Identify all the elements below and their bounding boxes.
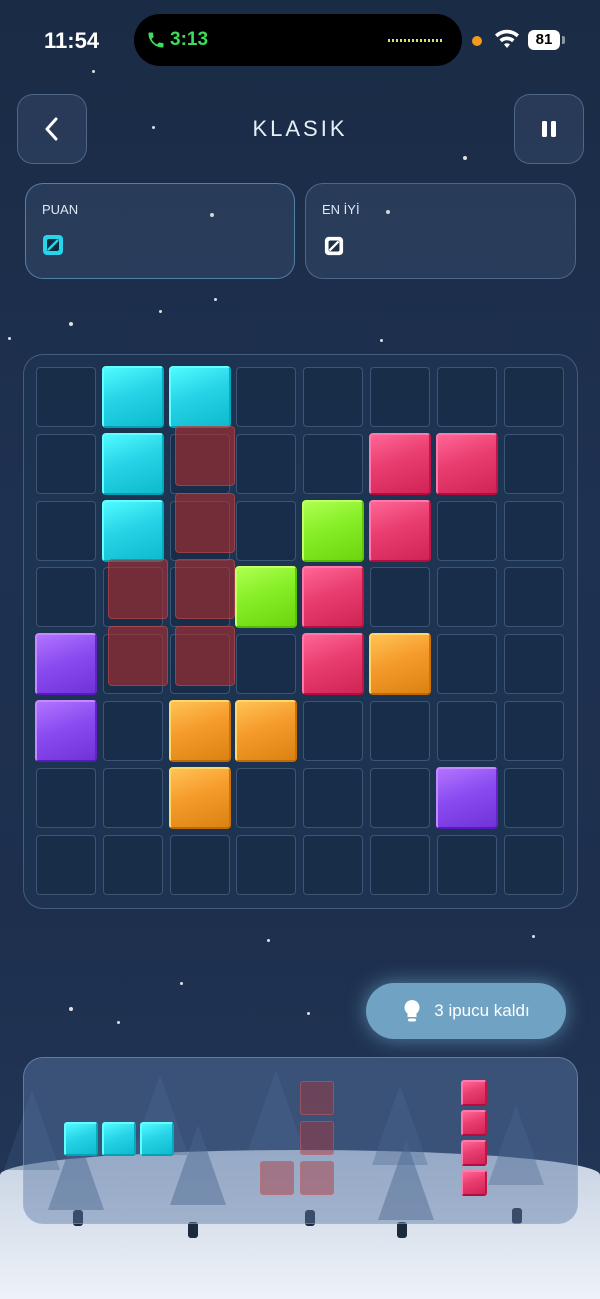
tray-block (461, 1110, 487, 1136)
board-cell[interactable] (370, 367, 430, 427)
battery-indicator: 81 (528, 30, 560, 50)
status-time: 11:54 (44, 28, 100, 53)
board-cell[interactable] (102, 767, 163, 828)
call-duration: 3:13 (170, 29, 209, 50)
board-cell[interactable] (236, 433, 297, 494)
placed-block-orange (168, 766, 231, 829)
hint-button[interactable]: 3 ipucu kaldı (366, 983, 566, 1039)
tray-block (260, 1161, 294, 1195)
placed-block-green (302, 499, 365, 562)
ghost-preview-block (174, 559, 235, 620)
board-cell[interactable] (436, 634, 497, 695)
placed-block-red (302, 633, 365, 696)
audio-wave-icon (388, 39, 444, 42)
board-cell[interactable] (36, 367, 96, 427)
board-cell[interactable] (503, 433, 564, 494)
board-cell[interactable] (36, 767, 96, 828)
tray-block (461, 1080, 487, 1106)
board-cell[interactable] (436, 701, 497, 761)
board-cell[interactable] (436, 367, 497, 427)
board-cell[interactable] (503, 367, 564, 427)
placed-block-red (302, 566, 365, 629)
board-cell[interactable] (436, 500, 497, 561)
board-cell[interactable] (370, 767, 430, 828)
phone-icon (148, 32, 164, 48)
score-card: PUAN (25, 183, 295, 279)
hint-label: 3 ipucu kaldı (434, 1001, 530, 1020)
best-score-card: EN İYİ (305, 183, 576, 279)
board-cell[interactable] (436, 834, 497, 895)
board-cell[interactable] (303, 433, 364, 494)
board-cell[interactable] (503, 567, 564, 628)
ghost-preview-block (174, 492, 235, 553)
board-cell[interactable] (370, 834, 430, 895)
board-cell[interactable] (236, 834, 297, 895)
recording-indicator-icon (472, 36, 482, 46)
board-cell[interactable] (370, 567, 430, 628)
tray-block (461, 1140, 487, 1166)
board-cell[interactable] (169, 834, 230, 895)
page-title: KLASIK (252, 116, 348, 141)
board-cell[interactable] (102, 701, 163, 761)
placed-block-red (435, 432, 498, 495)
score-label: PUAN (42, 202, 79, 217)
score-icon (43, 235, 63, 255)
board-cell[interactable] (236, 500, 297, 561)
placed-block-orange (235, 700, 298, 762)
tray-block (140, 1122, 174, 1156)
placed-block-orange (369, 633, 431, 696)
board-cell[interactable] (236, 767, 297, 828)
board-cell[interactable] (303, 701, 364, 761)
board-cell[interactable] (102, 834, 163, 895)
board-cell[interactable] (370, 701, 430, 761)
ghost-preview-block (174, 425, 235, 486)
best-score-icon (324, 236, 344, 256)
pause-button[interactable] (514, 94, 584, 164)
board-cell[interactable] (236, 634, 297, 695)
pause-icon (542, 121, 556, 137)
placed-block-red (369, 499, 431, 562)
tray-block (102, 1122, 136, 1156)
game-board[interactable] (23, 354, 578, 909)
piece-tray (23, 1057, 578, 1224)
placed-block-cyan (101, 432, 164, 495)
board-cell[interactable] (503, 634, 564, 695)
board-cell[interactable] (503, 701, 564, 761)
board-cell[interactable] (503, 834, 564, 895)
ghost-preview-block (174, 626, 235, 687)
ghost-preview-block (107, 559, 168, 620)
placed-block-purple (435, 766, 498, 829)
board-cell[interactable] (36, 433, 96, 494)
board-cell[interactable] (303, 834, 364, 895)
board-cell[interactable] (36, 500, 96, 561)
placed-block-orange (168, 700, 231, 762)
tray-block (300, 1081, 334, 1115)
tray-block (300, 1121, 334, 1155)
placed-block-cyan (101, 499, 164, 562)
ghost-preview-block (107, 626, 168, 687)
best-score-label: EN İYİ (322, 202, 360, 217)
board-cell[interactable] (436, 567, 497, 628)
tray-block (461, 1170, 487, 1196)
board-cell[interactable] (236, 367, 297, 427)
placed-block-green (235, 566, 298, 629)
placed-block-cyan (168, 366, 231, 428)
placed-block-purple (35, 633, 97, 696)
board-cell[interactable] (36, 834, 96, 895)
board-cell[interactable] (503, 767, 564, 828)
battery-tip (562, 36, 565, 44)
placed-block-cyan (101, 366, 164, 428)
board-cell[interactable] (36, 567, 96, 628)
wifi-icon (495, 29, 519, 48)
tray-block (64, 1122, 98, 1156)
board-cell[interactable] (303, 767, 364, 828)
lightbulb-icon (404, 1000, 420, 1022)
board-cell[interactable] (303, 367, 364, 427)
placed-block-purple (35, 700, 97, 762)
placed-block-red (369, 432, 431, 495)
tray-block (300, 1161, 334, 1195)
board-cell[interactable] (503, 500, 564, 561)
